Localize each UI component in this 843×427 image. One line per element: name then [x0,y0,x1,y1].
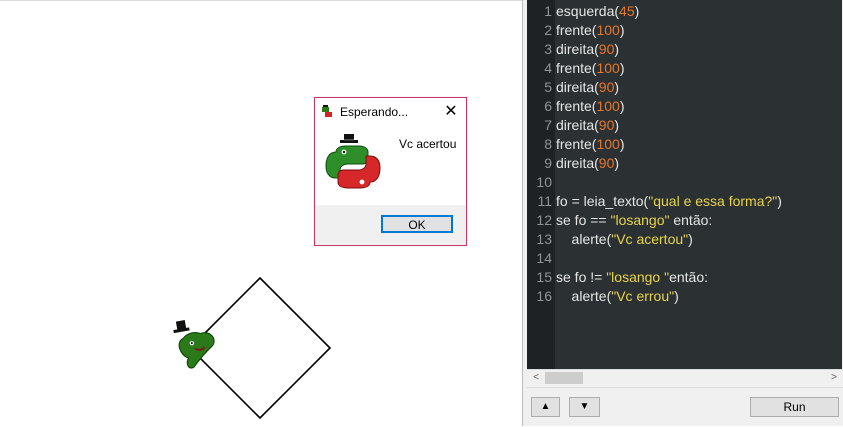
code-token: frente( [556,136,597,152]
line-number: 4 [544,60,552,76]
line-number: 2 [544,22,552,38]
code-token: se fo == [556,212,611,228]
dialog-footer: OK [315,205,466,245]
scroll-left-icon[interactable]: < [529,371,543,385]
code-area[interactable]: esquerda(45) frente(100) direita(90) frente… [555,0,842,369]
code-line[interactable]: se fo == "losango" então: [556,211,712,230]
code-token: ) [614,155,620,171]
python-turtle-icon [173,320,215,369]
line-number: 10 [536,174,552,190]
string-token: "losango" [610,212,670,228]
line-number: 11 [537,193,552,209]
line-number: 1 [544,3,552,19]
code-token: então: [669,269,709,285]
code-token: alerte( [556,231,612,247]
string-token: "losango " [606,269,670,285]
code-token: ) [688,231,693,247]
run-button[interactable]: Run [750,397,839,417]
number-token: 90 [598,155,615,171]
line-number: 13 [536,231,552,247]
string-token: "Vc acertou" [611,231,689,247]
number-token: 100 [596,98,620,114]
move-down-button[interactable]: ▼ [569,397,600,417]
number-token: 100 [596,60,620,76]
code-token: frente( [556,60,597,76]
move-up-button[interactable]: ▲ [531,397,560,417]
editor-controls: ▲ ▼ Run [527,387,843,426]
line-number: 6 [544,98,552,114]
dialog-message: Vc acertou [399,137,457,151]
code-line[interactable]: frente(100) [556,135,625,154]
ok-button[interactable]: OK [381,215,453,233]
code-token: ) [619,98,625,114]
number-token: 45 [619,3,635,19]
line-number: 5 [544,79,552,95]
code-token: direita( [556,117,599,133]
code-token: frente( [556,98,597,114]
code-token: ) [634,3,640,19]
code-token: direita( [556,79,599,95]
scrollbar-thumb[interactable] [545,372,583,384]
code-line[interactable]: esquerda(45) [556,2,639,21]
number-token: 90 [598,117,615,133]
code-token: ) [614,41,620,57]
code-line[interactable]: frente(100) [556,97,625,116]
code-line[interactable]: fo = leia_texto("qual e essa forma?") [556,192,782,211]
line-number: 3 [544,41,552,57]
code-editor: 1 2 3 4 5 6 7 8 9 10 11 12 13 14 15 16 esquerda(45) fren… [527,0,843,387]
line-number: 8 [544,136,552,152]
number-token: 100 [596,136,620,152]
code-token: ) [777,193,782,209]
number-token: 90 [598,79,615,95]
close-icon[interactable]: ✕ [441,102,461,122]
code-line[interactable]: alerte("Vc errou") [556,287,679,306]
code-token: frente( [556,22,597,38]
string-token: "qual e essa forma?" [648,193,778,209]
code-token: ) [674,288,679,304]
string-token: "Vc errou" [611,288,675,304]
line-number-gutter: 1 2 3 4 5 6 7 8 9 10 11 12 13 14 15 16 [527,0,555,369]
line-number: 12 [536,212,552,228]
code-token: direita( [556,155,599,171]
line-number: 16 [536,288,552,304]
code-token: ) [614,79,620,95]
code-token: ) [619,60,625,76]
scroll-right-icon[interactable]: > [827,371,841,385]
line-number: 7 [544,117,552,133]
number-token: 100 [596,22,620,38]
diamond-shape [188,276,332,420]
alert-dialog: Esperando... ✕ Vc acertou OK [314,97,467,246]
code-token: fo = leia_texto( [556,193,649,209]
code-line[interactable]: frente(100) [556,21,625,40]
code-line[interactable]: direita(90) [556,154,619,173]
code-token: ) [619,22,625,38]
line-number: 14 [536,250,552,266]
code-line[interactable]: frente(100) [556,59,625,78]
dialog-titlebar[interactable]: Esperando... ✕ [315,98,466,126]
code-line[interactable]: se fo != "losango "então: [556,268,708,287]
code-token: então: [669,212,713,228]
python-logo-icon [322,105,332,117]
dialog-title: Esperando... [340,105,409,119]
code-token: alerte( [556,288,612,304]
code-token: esquerda( [556,3,620,19]
number-token: 90 [598,41,615,57]
code-line[interactable]: direita(90) [556,116,619,135]
code-token: se fo != [556,269,607,285]
line-number: 15 [536,269,552,285]
code-token: ) [619,136,625,152]
code-line[interactable]: alerte("Vc acertou") [556,230,693,249]
horizontal-scrollbar[interactable]: < > [527,369,843,386]
code-token: direita( [556,41,599,57]
code-line[interactable]: direita(90) [556,78,619,97]
dialog-body: Vc acertou [315,126,466,204]
python-logo-icon [325,134,381,189]
code-line[interactable]: direita(90) [556,40,619,59]
line-number: 9 [544,155,552,171]
code-token: ) [614,117,620,133]
